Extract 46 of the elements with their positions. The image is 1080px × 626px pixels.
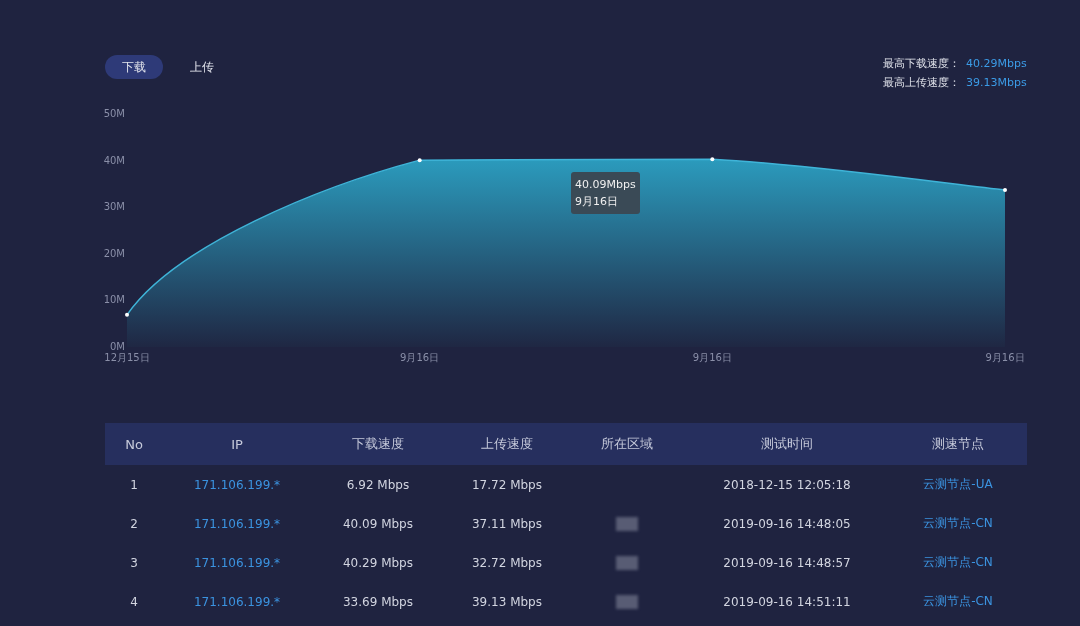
table-cell: 2018-12-15 12:05:18	[723, 477, 851, 492]
node-link[interactable]: 云测节点-UA	[923, 476, 993, 493]
chart-point	[417, 158, 422, 163]
table-cell: 33.69 Mbps	[343, 594, 413, 609]
node-link[interactable]: 云测节点-CN	[923, 554, 993, 571]
table-cell: 2019-09-16 14:51:11	[723, 594, 851, 609]
table-cell: 2	[130, 516, 138, 531]
chart-point	[125, 312, 129, 317]
ip-link[interactable]: 171.106.199.*	[193, 516, 281, 531]
table-header: No IP 下载速度 上传速度 所在区域 测试时间 测速节点	[105, 423, 1027, 465]
node-link[interactable]: 云测节点-CN	[923, 515, 993, 532]
axis-label: 10M	[103, 294, 125, 306]
table-cell: 40.29 Mbps	[343, 555, 413, 570]
tab[interactable]: 上传	[173, 55, 231, 79]
table-cell: 40.09 Mbps	[343, 516, 413, 531]
axis-label: 9月16日	[985, 352, 1025, 363]
table-cell: 4	[130, 594, 138, 609]
table-cell: 6.92 Mbps	[346, 477, 410, 492]
axis-label: 9月16日	[400, 352, 440, 363]
axis-label: 9月16日	[692, 352, 732, 363]
axis-label: 30M	[103, 201, 125, 213]
ip-link[interactable]: 171.106.199.*	[193, 555, 281, 570]
node-link[interactable]: 云测节点-CN	[923, 593, 993, 610]
ip-link[interactable]: 171.106.199.*	[193, 594, 281, 609]
axis-label: 50M	[103, 108, 125, 119]
tab[interactable]: 下载	[105, 55, 163, 79]
table-cell: 17.72 Mbps	[472, 477, 542, 492]
stat-label: 最高上传速度：	[883, 75, 960, 90]
stat-label: 最高下载速度：	[883, 56, 960, 71]
chart-point	[1003, 187, 1007, 192]
table-cell: 2019-09-16 14:48:05	[723, 516, 851, 531]
table-cell: 32.72 Mbps	[472, 555, 542, 570]
ip-link[interactable]: 171.106.199.*	[193, 477, 281, 492]
stat-value: 39.13Mbps	[966, 76, 1028, 89]
table-cell: 37.11 Mbps	[472, 516, 542, 531]
table-cell: 1	[130, 477, 138, 492]
table-cell: 2019-09-16 14:48:57	[723, 555, 851, 570]
axis-label: 12月15日	[104, 352, 150, 363]
chart-point	[710, 157, 715, 162]
table-cell: 3	[130, 555, 138, 570]
axis-label: 0M	[110, 341, 125, 352]
axis-label: 40M	[103, 154, 125, 166]
table-cell: 39.13 Mbps	[472, 594, 542, 609]
stat-value: 40.29Mbps	[966, 57, 1028, 70]
chart-tooltip: 40.09Mbps 9月16日	[571, 172, 640, 214]
axis-label: 20M	[103, 247, 125, 259]
